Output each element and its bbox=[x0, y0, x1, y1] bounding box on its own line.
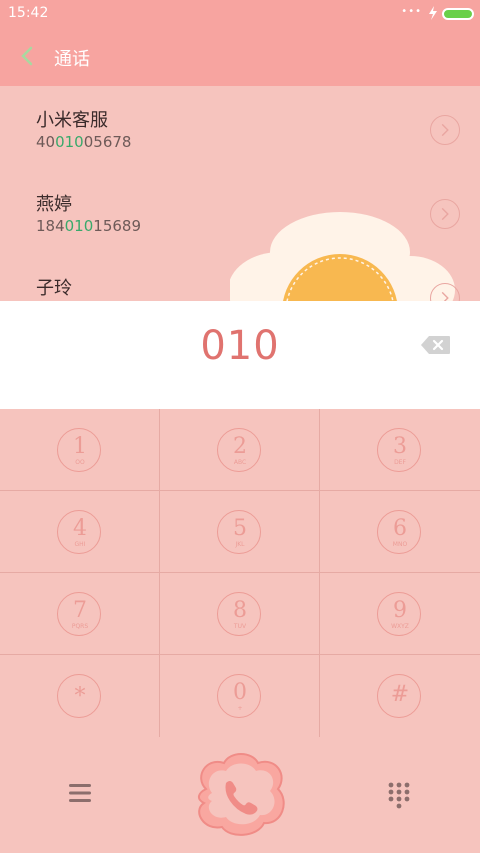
contact-number: 18401015689 bbox=[36, 217, 141, 235]
chevron-right-icon[interactable] bbox=[430, 199, 460, 229]
key-digit: 7 bbox=[73, 598, 87, 623]
key-digit: 2 bbox=[233, 434, 247, 459]
battery-icon bbox=[442, 8, 474, 20]
key-letters: DEF bbox=[394, 459, 406, 466]
list-item[interactable]: 燕婷 18401015689 bbox=[0, 170, 480, 254]
hamburger-menu-icon[interactable] bbox=[68, 783, 92, 803]
key-letters: OO bbox=[75, 459, 85, 466]
key-9[interactable]: 9 WXYZ bbox=[320, 573, 480, 655]
key-digit: 0 bbox=[233, 680, 247, 705]
key-8[interactable]: 8 TUV bbox=[160, 573, 320, 655]
notification-dots-icon: ••• bbox=[401, 6, 422, 17]
backspace-icon[interactable] bbox=[420, 334, 452, 356]
key-digit: 8 bbox=[233, 598, 247, 623]
contact-results-list: 小米客服 4001005678 燕婷 18401015689 子玲 bbox=[0, 86, 480, 301]
list-item[interactable]: 小米客服 4001005678 bbox=[0, 86, 480, 170]
key-letters: JKL bbox=[235, 541, 245, 548]
key-digit: * bbox=[74, 684, 86, 709]
contact-name: 小米客服 bbox=[36, 110, 108, 131]
status-time: 15:42 bbox=[8, 5, 49, 21]
dialpad-icon[interactable] bbox=[387, 781, 411, 809]
dialed-number: 010 bbox=[200, 323, 280, 369]
contact-name: 燕婷 bbox=[36, 194, 72, 215]
key-7[interactable]: 7 PQRS bbox=[0, 573, 160, 655]
key-digit: 3 bbox=[393, 434, 407, 459]
key-4[interactable]: 4 GHI bbox=[0, 491, 160, 573]
contact-name: 子玲 bbox=[36, 278, 72, 299]
charging-icon bbox=[429, 6, 437, 20]
key-letters: ABC bbox=[233, 459, 247, 466]
key-letters: GHI bbox=[74, 541, 86, 548]
key-6[interactable]: 6 MNO bbox=[320, 491, 480, 573]
bottom-action-bar bbox=[0, 737, 480, 853]
list-item[interactable]: 子玲 bbox=[0, 254, 480, 301]
chevron-left-icon[interactable] bbox=[18, 46, 36, 66]
key-hash[interactable]: # bbox=[320, 655, 480, 737]
chevron-right-icon[interactable] bbox=[430, 115, 460, 145]
key-letters: MNO bbox=[392, 541, 408, 548]
key-0[interactable]: 0 + bbox=[160, 655, 320, 737]
key-digit: 9 bbox=[393, 598, 407, 623]
key-1[interactable]: 1 OO bbox=[0, 409, 160, 491]
key-letters: + bbox=[237, 705, 243, 712]
key-digit: # bbox=[390, 682, 410, 707]
chevron-right-icon[interactable] bbox=[430, 283, 460, 301]
key-letters: TUV bbox=[233, 623, 247, 630]
dial-keypad: 1 OO 2 ABC 3 DEF 4 GHI 5 JKL 6 MNO 7 PQRS 8 TUV … bbox=[0, 409, 480, 737]
page-title: 通话 bbox=[54, 49, 90, 70]
status-bar: 15:42 ••• bbox=[0, 0, 480, 28]
key-star[interactable]: * bbox=[0, 655, 160, 737]
call-button[interactable] bbox=[186, 749, 294, 843]
key-3[interactable]: 3 DEF bbox=[320, 409, 480, 491]
key-2[interactable]: 2 ABC bbox=[160, 409, 320, 491]
title-bar: 通话 bbox=[0, 28, 480, 86]
key-digit: 1 bbox=[73, 434, 87, 459]
key-5[interactable]: 5 JKL bbox=[160, 491, 320, 573]
key-digit: 4 bbox=[73, 516, 87, 541]
key-digit: 5 bbox=[233, 516, 247, 541]
contact-number: 4001005678 bbox=[36, 133, 132, 151]
key-letters: PQRS bbox=[71, 623, 89, 630]
dialed-number-display: 010 bbox=[0, 301, 480, 409]
key-letters: WXYZ bbox=[391, 623, 409, 630]
key-digit: 6 bbox=[393, 516, 407, 541]
